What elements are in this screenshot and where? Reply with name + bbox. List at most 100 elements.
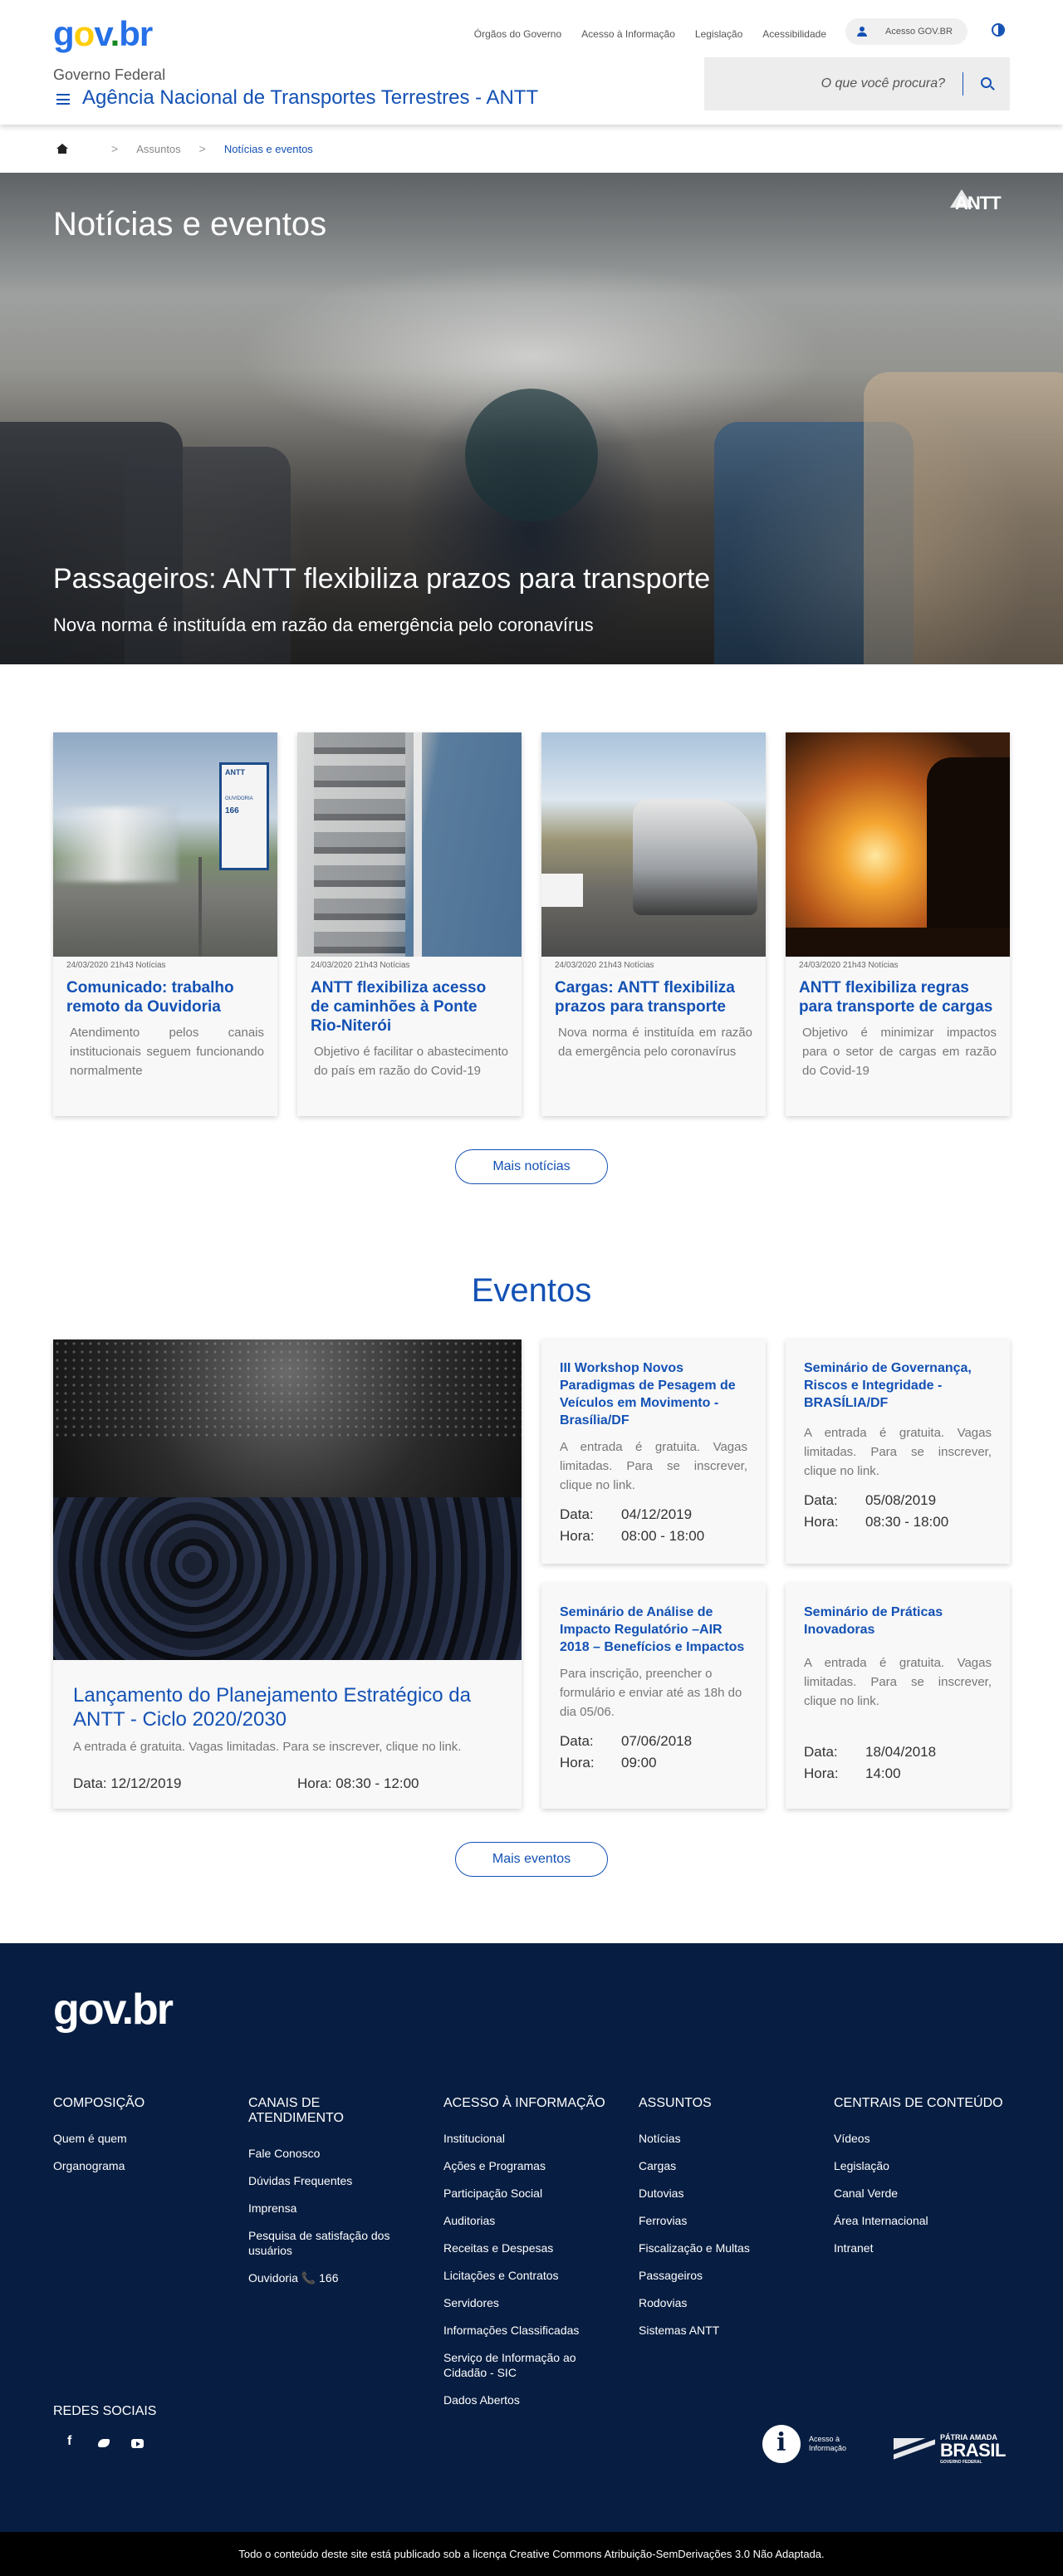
footer-link[interactable]: Dutovias bbox=[639, 2186, 805, 2201]
hero-headline[interactable]: Passageiros: ANTT flexibiliza prazos par… bbox=[53, 563, 710, 595]
more-news-button[interactable]: Mais notícias bbox=[455, 1149, 608, 1184]
footer-link[interactable]: Vídeos bbox=[834, 2131, 1016, 2146]
news-meta: 24/03/2020 21h43 Notícias bbox=[66, 961, 166, 970]
event-time-label: Hora: bbox=[804, 1514, 839, 1530]
gov-label: Governo Federal bbox=[53, 66, 166, 83]
footer-link[interactable]: Dúvidas Frequentes bbox=[248, 2173, 414, 2188]
footer-link[interactable]: Fale Conosco bbox=[248, 2146, 414, 2161]
news-title[interactable]: Comunicado: trabalho remoto da Ouvidoria bbox=[53, 970, 277, 1016]
facebook-icon[interactable] bbox=[65, 2434, 76, 2449]
breadcrumb: > Assuntos > Notícias e eventos bbox=[0, 125, 1063, 173]
more-events-button[interactable]: Mais eventos bbox=[455, 1842, 608, 1877]
footer-link[interactable]: Legislação bbox=[834, 2158, 1016, 2173]
featured-event-card[interactable]: Lançamento do Planejamento Estratégico d… bbox=[53, 1339, 522, 1809]
footer-link[interactable]: Intranet bbox=[834, 2241, 1016, 2255]
search-icon[interactable] bbox=[981, 77, 992, 88]
footer-link[interactable]: Organograma bbox=[53, 2158, 244, 2173]
logo-letter: . bbox=[110, 14, 120, 53]
breadcrumb-current: Notícias e eventos bbox=[223, 142, 313, 155]
top-link-acesso-informacao[interactable]: Acesso à Informação bbox=[581, 28, 675, 40]
top-link-legislacao[interactable]: Legislação bbox=[695, 28, 742, 40]
footer-link[interactable]: Quem é quem bbox=[53, 2131, 244, 2146]
footer-link[interactable]: Participação Social bbox=[443, 2186, 610, 2201]
event-desc: A entrada é gratuita. Vagas limitadas. P… bbox=[560, 1440, 747, 1492]
news-image bbox=[786, 732, 1010, 957]
event-desc: A entrada é gratuita. Vagas limitadas. P… bbox=[804, 1426, 992, 1478]
news-card[interactable]: ANTT OUVIDORIA 166 24/03/2020 21h43 Notí… bbox=[53, 732, 277, 1116]
event-card[interactable]: Seminário de Práticas Inovadoras A entra… bbox=[786, 1584, 1010, 1809]
event-card[interactable]: III Workshop Novos Paradigmas de Pesagem… bbox=[541, 1339, 766, 1564]
event-title[interactable]: Seminário de Práticas Inovadoras bbox=[804, 1604, 992, 1638]
search-input[interactable]: O que você procura? bbox=[704, 57, 1010, 110]
footer-govbr-logo[interactable]: gov.br bbox=[53, 1985, 174, 2035]
image-shape bbox=[541, 874, 583, 907]
news-title[interactable]: ANTT flexibiliza regras para transporte … bbox=[786, 970, 1010, 1016]
footer-link[interactable]: Ações e Programas bbox=[443, 2158, 610, 2173]
footer-link[interactable]: Ferrovias bbox=[639, 2213, 805, 2228]
event-title[interactable]: III Workshop Novos Paradigmas de Pesagem… bbox=[560, 1359, 747, 1429]
agency-title[interactable]: Agência Nacional de Transportes Terrestr… bbox=[82, 86, 538, 110]
news-card[interactable]: 24/03/2020 21h43 Notícias ANTT flexibili… bbox=[786, 732, 1010, 1116]
events-title: Eventos bbox=[471, 1272, 592, 1309]
news-card[interactable]: 24/03/2020 21h43 Notícias ANTT flexibili… bbox=[297, 732, 522, 1116]
brasil-big: BRASIL bbox=[940, 2440, 1006, 2461]
twitter-icon[interactable] bbox=[98, 2437, 110, 2449]
acesso-informacao-label: Acesso à Informação bbox=[809, 2435, 847, 2452]
event-desc: A entrada é gratuita. Vagas limitadas. P… bbox=[804, 1656, 992, 1708]
news-card[interactable]: 24/03/2020 21h43 Notícias Cargas: ANTT f… bbox=[541, 732, 766, 1116]
sign-shape: ANTT OUVIDORIA 166 bbox=[219, 762, 269, 870]
event-desc: Para inscrição, preencher o formulário e… bbox=[560, 1667, 742, 1719]
footer-column-title: CENTRAIS DE CONTEÚDO bbox=[834, 2096, 1003, 2110]
sign-text: ANTT bbox=[225, 768, 245, 776]
news-image bbox=[297, 732, 522, 957]
user-icon bbox=[857, 27, 867, 37]
login-button[interactable]: Acesso GOV.BR bbox=[845, 18, 967, 45]
event-time-label: Hora: bbox=[804, 1765, 839, 1781]
top-link-acessibilidade[interactable]: Acessibilidade bbox=[762, 28, 826, 40]
breadcrumb-assuntos[interactable]: Assuntos bbox=[136, 143, 180, 155]
breadcrumb-separator: > bbox=[198, 142, 206, 155]
footer-link-ouvidoria[interactable]: Ouvidoria 📞 166 bbox=[248, 2270, 414, 2285]
acesso-informacao-badge[interactable]: Acesso à Informação bbox=[762, 2425, 859, 2463]
menu-icon[interactable] bbox=[56, 94, 70, 105]
footer-link[interactable]: Informações Classificadas bbox=[443, 2323, 610, 2338]
home-icon[interactable] bbox=[56, 144, 68, 154]
event-date-label: Data: bbox=[560, 1506, 594, 1522]
footer-link[interactable]: Servidores bbox=[443, 2295, 610, 2310]
truck-shape bbox=[633, 799, 757, 915]
footer-link[interactable]: Institucional bbox=[443, 2131, 610, 2146]
footer-link[interactable]: Receitas e Despesas bbox=[443, 2241, 610, 2255]
event-title[interactable]: Lançamento do Planejamento Estratégico d… bbox=[53, 1660, 522, 1731]
contrast-icon[interactable] bbox=[992, 23, 1005, 37]
footer-link[interactable]: Licitações e Contratos bbox=[443, 2268, 610, 2283]
footer-link[interactable]: Serviço de Informação ao Cidadão - SIC bbox=[443, 2350, 593, 2380]
top-link-orgaos[interactable]: Órgãos do Governo bbox=[474, 28, 561, 40]
footer-link[interactable]: Canal Verde bbox=[834, 2186, 1016, 2201]
flag-icon bbox=[894, 2438, 935, 2461]
event-time: Hora: 08:30 - 12:00 bbox=[297, 1775, 419, 1791]
event-card[interactable]: Seminário de Análise de Impacto Regulató… bbox=[541, 1584, 766, 1809]
footer-link[interactable]: Sistemas ANTT bbox=[639, 2323, 805, 2338]
news-title[interactable]: Cargas: ANTT flexibiliza prazos para tra… bbox=[541, 970, 766, 1016]
footer-link[interactable]: Área Internacional bbox=[834, 2213, 1016, 2228]
footer-link[interactable]: Pesquisa de satisfação dos usuários bbox=[248, 2228, 406, 2258]
event-title[interactable]: Seminário de Análise de Impacto Regulató… bbox=[560, 1604, 747, 1656]
footer-link[interactable]: Cargas bbox=[639, 2158, 805, 2173]
logo-letter: b bbox=[119, 14, 140, 53]
footer-column-canais: CANAIS DE ATENDIMENTO Fale Conosco Dúvid… bbox=[248, 2096, 414, 2298]
news-section: ANTT OUVIDORIA 166 24/03/2020 21h43 Notí… bbox=[0, 664, 1063, 1184]
breadcrumb-separator: > bbox=[111, 142, 119, 155]
footer-link[interactable]: Auditorias bbox=[443, 2213, 610, 2228]
footer-link[interactable]: Fiscalização e Multas bbox=[639, 2241, 805, 2255]
footer-link[interactable]: Passageiros bbox=[639, 2268, 805, 2283]
news-title[interactable]: ANTT flexibiliza acesso de caminhões à P… bbox=[297, 970, 522, 1036]
event-card[interactable]: Seminário de Governança, Riscos e Integr… bbox=[786, 1339, 1010, 1564]
event-title[interactable]: Seminário de Governança, Riscos e Integr… bbox=[804, 1359, 992, 1412]
footer-link[interactable]: Imprensa bbox=[248, 2201, 414, 2216]
footer-link[interactable]: Rodovias bbox=[639, 2295, 805, 2310]
footer-link[interactable]: Notícias bbox=[639, 2131, 805, 2146]
youtube-icon[interactable] bbox=[131, 2437, 144, 2449]
hero-banner[interactable]: Notícias e eventos ANTT Passageiros: ANT… bbox=[0, 173, 1063, 664]
govbr-logo[interactable]: gov.br bbox=[53, 13, 153, 55]
footer-link[interactable]: Dados Abertos bbox=[443, 2392, 610, 2407]
